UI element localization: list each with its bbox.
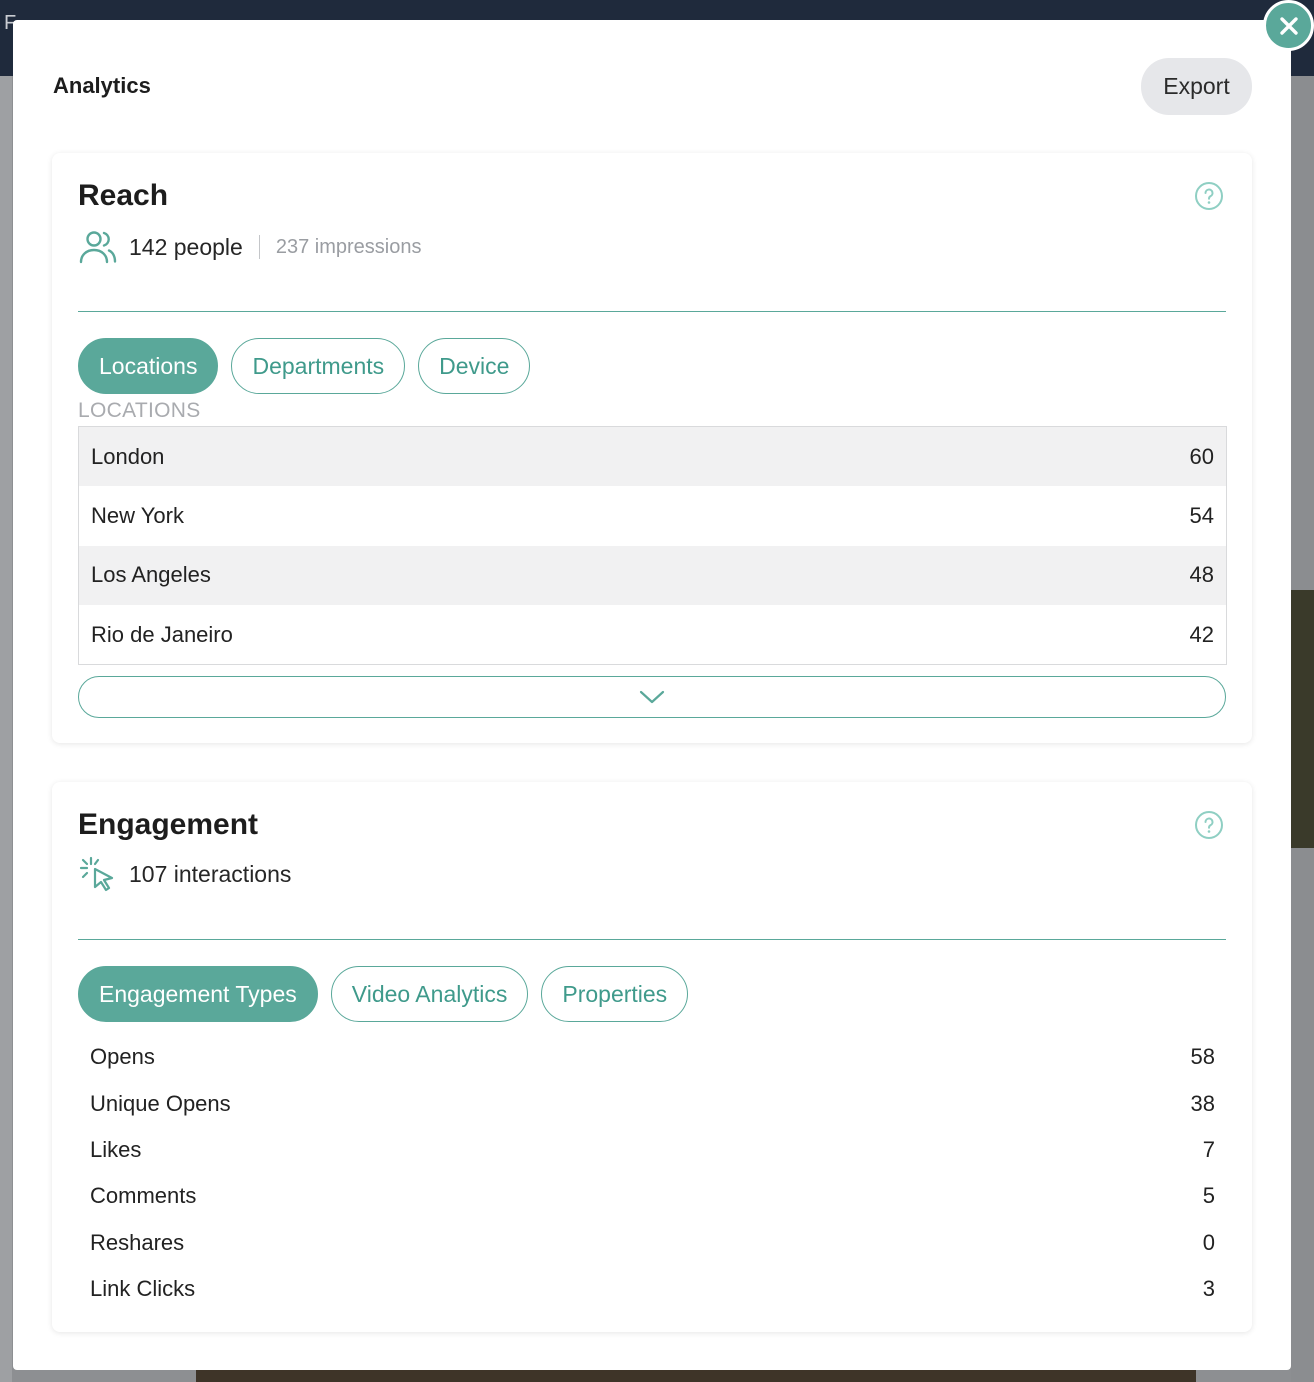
list-item: Likes 7 bbox=[78, 1127, 1227, 1173]
engagement-type-name: Reshares bbox=[90, 1229, 185, 1255]
reach-stats: 142 people 237 impressions bbox=[78, 229, 421, 265]
table-row: Los Angeles 48 bbox=[79, 545, 1226, 605]
locations-label: LOCATIONS bbox=[78, 399, 201, 422]
engagement-type-name: Unique Opens bbox=[90, 1090, 231, 1116]
tab-properties[interactable]: Properties bbox=[541, 966, 689, 1022]
tab-engagement-types[interactable]: Engagement Types bbox=[78, 966, 318, 1022]
location-count: 48 bbox=[1189, 562, 1214, 588]
modal-title: Analytics bbox=[53, 73, 151, 98]
table-row: New York 54 bbox=[79, 486, 1226, 545]
engagement-types-list: Opens 58 Unique Opens 38 Likes 7 Comment… bbox=[78, 1034, 1227, 1312]
list-item: Opens 58 bbox=[78, 1034, 1227, 1080]
engagement-card: Engagement 107 interactions Engagement T… bbox=[52, 782, 1252, 1332]
engagement-type-name: Comments bbox=[90, 1183, 197, 1209]
expand-locations-button[interactable] bbox=[78, 676, 1226, 718]
engagement-type-name: Likes bbox=[90, 1136, 142, 1162]
stat-divider bbox=[258, 235, 260, 259]
engagement-type-name: Link Clicks bbox=[90, 1276, 196, 1302]
engagement-stats: 107 interactions bbox=[78, 856, 291, 892]
location-name: New York bbox=[91, 502, 184, 528]
reach-title: Reach bbox=[78, 179, 169, 212]
chevron-down-icon bbox=[639, 690, 665, 704]
list-item: Reshares 0 bbox=[78, 1220, 1227, 1266]
engagement-type-count: 38 bbox=[1190, 1090, 1215, 1116]
table-row: London 60 bbox=[79, 427, 1226, 487]
engagement-type-count: 58 bbox=[1190, 1044, 1215, 1070]
people-icon bbox=[79, 231, 117, 264]
engagement-interactions: 107 interactions bbox=[129, 860, 292, 887]
location-count: 42 bbox=[1189, 621, 1214, 647]
close-button[interactable] bbox=[1263, 0, 1314, 51]
engagement-divider bbox=[78, 939, 1226, 940]
location-name: Los Angeles bbox=[91, 562, 211, 588]
tab-video-analytics[interactable]: Video Analytics bbox=[330, 966, 529, 1022]
location-count: 54 bbox=[1189, 502, 1214, 528]
cursor-click-icon bbox=[79, 856, 114, 892]
export-button[interactable]: Export bbox=[1141, 58, 1252, 115]
engagement-type-name: Opens bbox=[90, 1044, 155, 1070]
tab-departments[interactable]: Departments bbox=[231, 338, 406, 394]
question-circle-icon[interactable] bbox=[1194, 810, 1224, 840]
list-item: Link Clicks 3 bbox=[78, 1266, 1227, 1312]
location-name: London bbox=[91, 443, 165, 469]
reach-divider bbox=[78, 311, 1226, 312]
background-photo-bottom bbox=[196, 1368, 1196, 1382]
engagement-type-count: 7 bbox=[1202, 1136, 1215, 1162]
engagement-type-count: 0 bbox=[1202, 1229, 1215, 1255]
location-name: Rio de Janeiro bbox=[91, 621, 233, 647]
background-strip-left bbox=[0, 76, 12, 1382]
table-row: Rio de Janeiro 42 bbox=[79, 605, 1226, 664]
engagement-type-count: 3 bbox=[1202, 1276, 1215, 1302]
engagement-title: Engagement bbox=[78, 808, 259, 841]
tab-device[interactable]: Device bbox=[418, 338, 531, 394]
engagement-tabs: Engagement Types Video Analytics Propert… bbox=[78, 966, 689, 1022]
background-photo bbox=[1291, 590, 1314, 848]
question-circle-icon[interactable] bbox=[1194, 181, 1224, 211]
close-icon bbox=[1279, 16, 1298, 35]
list-item: Unique Opens 38 bbox=[78, 1080, 1227, 1126]
reach-tabs: Locations Departments Device bbox=[78, 338, 531, 394]
analytics-modal: Analytics Export Reach 142 people 237 im… bbox=[13, 20, 1291, 1370]
reach-people: 142 people bbox=[129, 233, 243, 260]
engagement-type-count: 5 bbox=[1202, 1183, 1215, 1209]
location-count: 60 bbox=[1189, 443, 1214, 469]
reach-impressions: 237 impressions bbox=[275, 235, 422, 258]
reach-card: Reach 142 people 237 impressions Locatio… bbox=[52, 153, 1252, 743]
list-item: Comments 5 bbox=[78, 1173, 1227, 1219]
locations-table: London 60 New York 54 Los Angeles 48 Rio… bbox=[78, 426, 1227, 666]
tab-locations[interactable]: Locations bbox=[78, 338, 219, 394]
